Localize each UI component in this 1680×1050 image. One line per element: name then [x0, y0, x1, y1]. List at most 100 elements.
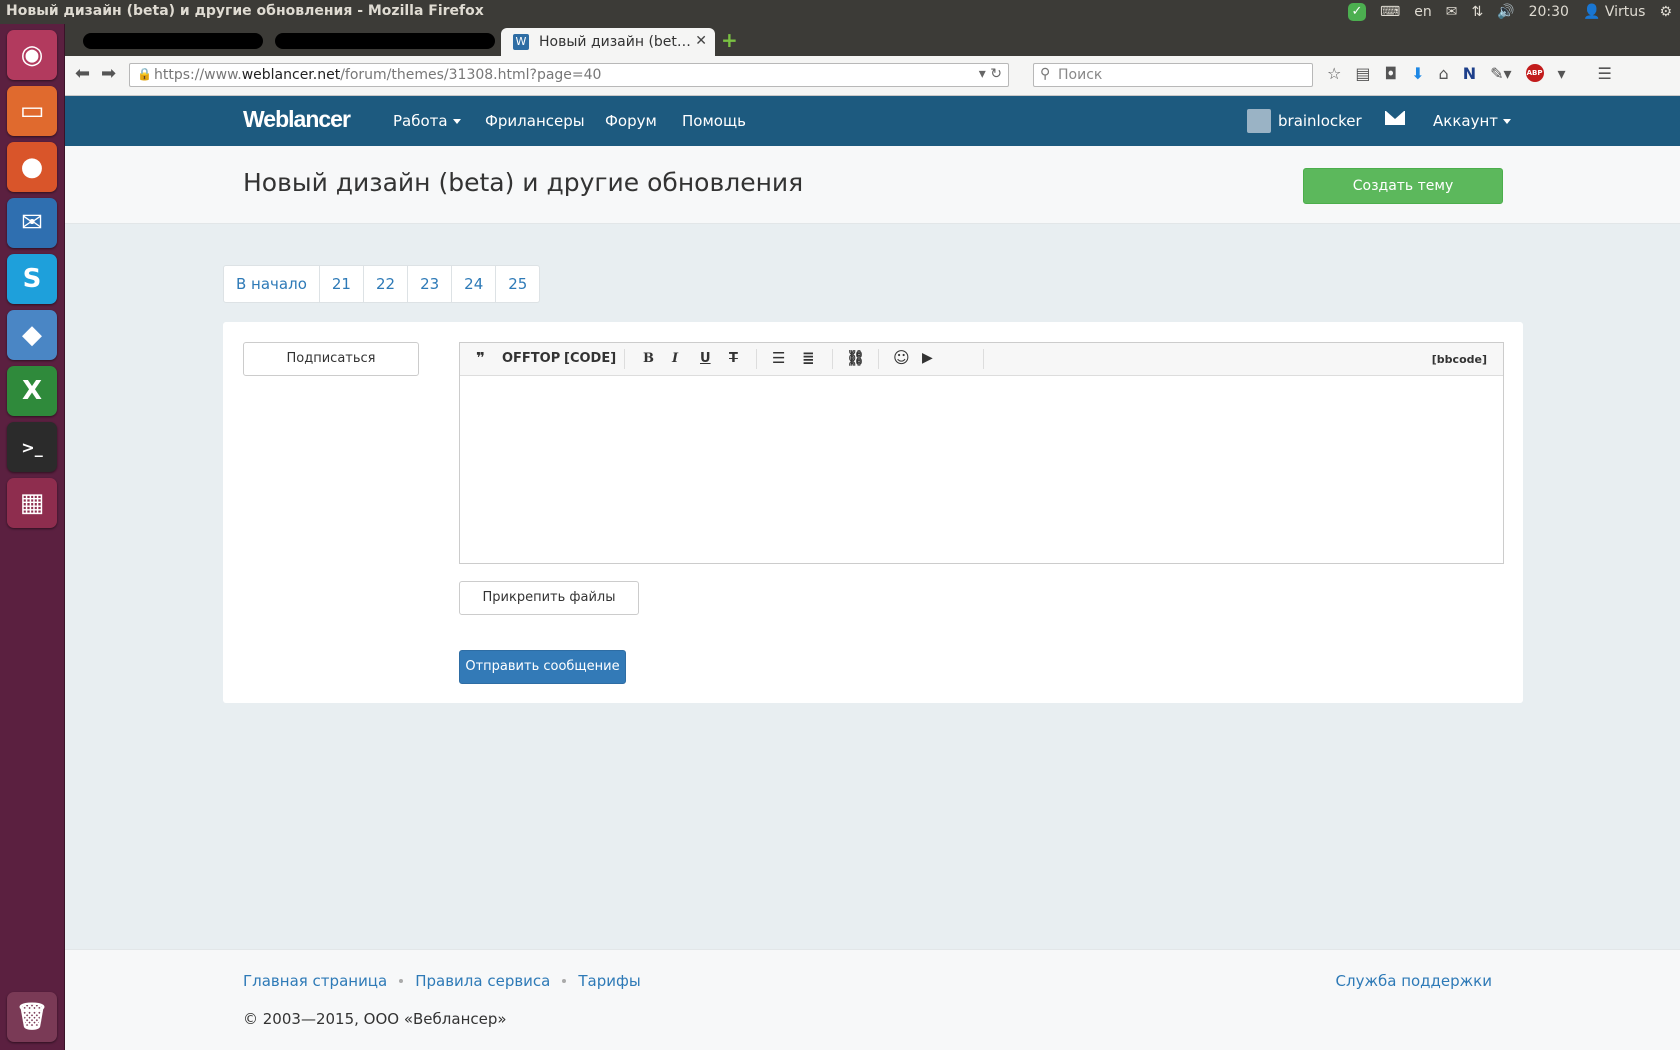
xmind-icon[interactable]: X	[7, 366, 57, 416]
firefox-icon[interactable]: ●	[7, 142, 57, 192]
bbcode-toggle[interactable]: [bbcode]	[1432, 353, 1487, 366]
tab-title: Новый дизайн (bet…	[539, 34, 691, 50]
strikethrough-icon[interactable]: T	[729, 351, 738, 366]
page-link[interactable]: 21	[320, 266, 364, 302]
network-icon[interactable]: ⇅	[1471, 4, 1483, 20]
clock[interactable]: 20:30	[1529, 4, 1569, 20]
redacted-tab[interactable]	[83, 33, 263, 49]
pocket-icon[interactable]: ◘	[1384, 64, 1397, 83]
adblock-icon[interactable]: ABP	[1525, 64, 1544, 82]
browser-nav-bar: ⬅ ➡ 🔒 https://www.weblancer.net/forum/th…	[65, 56, 1680, 96]
system-tray: ✓ ⌨ en ✉ ⇅ 🔊 20:30 👤 Virtus ⚙	[1347, 3, 1672, 21]
trash-icon[interactable]: 🗑	[7, 992, 57, 1042]
attach-files-button[interactable]: Прикрепить файлы	[459, 581, 639, 615]
underline-icon[interactable]: U	[700, 351, 711, 366]
home-icon[interactable]: ⌂	[1439, 64, 1449, 83]
keyboard-layout[interactable]: en	[1414, 4, 1432, 20]
toolbar-divider	[878, 349, 879, 369]
gear-icon[interactable]: ⚙	[1659, 4, 1672, 20]
skype-icon[interactable]: S	[7, 254, 57, 304]
nav-work[interactable]: Работа	[393, 112, 461, 130]
volume-icon[interactable]: 🔊	[1497, 4, 1514, 20]
subscribe-button[interactable]: Подписаться	[243, 342, 419, 376]
bbcode-editor: ❞ OFFTOP [CODE] B I U T ☰ ≣ ⛓ ☺ ▶ [bbcod…	[459, 342, 1504, 564]
smile-icon[interactable]: ☺	[893, 348, 910, 367]
user-menu[interactable]: 👤 Virtus	[1583, 4, 1645, 20]
files-icon[interactable]: ▭	[7, 86, 57, 136]
reply-form-card: Подписаться ❞ OFFTOP [CODE] B I U T ☰ ≣ …	[223, 322, 1523, 703]
avatar[interactable]	[1247, 109, 1271, 133]
nav-freelancers[interactable]: Фрилансеры	[485, 112, 585, 130]
video-icon[interactable]: ▶	[922, 350, 933, 366]
footer-links: Главная страница Правила сервиса Тарифы	[243, 972, 641, 990]
unity-launcher: ◉ ▭ ● ✉ S ◆ X >_ ▦ 🗑	[0, 24, 65, 1050]
message-textarea[interactable]	[460, 377, 1503, 563]
footer-separator	[399, 979, 404, 983]
footer-link-tariffs[interactable]: Тарифы	[578, 972, 640, 990]
update-check-icon[interactable]: ✓	[1347, 3, 1366, 21]
bold-icon[interactable]: B	[643, 351, 654, 366]
bookmark-star-icon[interactable]: ☆	[1327, 64, 1341, 83]
nav-forum[interactable]: Форум	[605, 112, 657, 130]
forward-button[interactable]: ➡	[101, 63, 116, 84]
user-name: Virtus	[1604, 4, 1646, 20]
new-tab-button[interactable]: +	[721, 28, 738, 52]
editor-toolbar: ❞ OFFTOP [CODE] B I U T ☰ ≣ ⛓ ☺ ▶ [bbcod…	[460, 343, 1503, 376]
back-button[interactable]: ⬅	[75, 63, 90, 84]
browser-toolbar-icons: ☆ ▤ ◘ ⬇ ⌂ N ✎▾ ABP ▾ ☰	[1327, 64, 1612, 83]
workspace-switcher-icon[interactable]: ▦	[7, 478, 57, 528]
url-bar[interactable]: 🔒 https://www.weblancer.net/forum/themes…	[129, 63, 1009, 87]
redacted-tab[interactable]	[275, 33, 495, 49]
create-topic-button[interactable]: Создать тему	[1303, 168, 1503, 204]
site-logo[interactable]: Weblancer	[243, 106, 351, 133]
extension-icon[interactable]: ✎▾	[1490, 64, 1511, 83]
toolbar-divider	[983, 349, 984, 369]
footer-link-support[interactable]: Служба поддержки	[1336, 972, 1492, 990]
footer-separator	[562, 979, 567, 983]
caret-down-icon	[452, 119, 461, 124]
system-top-panel: Новый дизайн (beta) и другие обновления …	[0, 0, 1680, 24]
menu-icon[interactable]: ▾	[1558, 64, 1566, 83]
search-placeholder: Поиск	[1058, 67, 1103, 83]
download-icon[interactable]: ⬇	[1411, 64, 1424, 83]
ubuntu-dash-icon[interactable]: ◉	[7, 30, 57, 80]
site-footer: Главная страница Правила сервиса Тарифы …	[65, 949, 1680, 1050]
toolbar-divider	[624, 349, 625, 369]
page-link[interactable]: 23	[408, 266, 453, 302]
page-first[interactable]: В начало	[224, 266, 320, 302]
search-icon: ⚲	[1040, 66, 1051, 82]
tab-active[interactable]: W Новый дизайн (bet… ✕	[501, 28, 715, 56]
mail-tray-icon[interactable]: ✉	[1446, 4, 1458, 20]
nav-help[interactable]: Помощь	[682, 112, 746, 130]
bullet-list-icon[interactable]: ☰	[772, 349, 785, 367]
reading-list-icon[interactable]: ▤	[1355, 64, 1370, 83]
link-icon[interactable]: ⛓	[846, 349, 865, 367]
keyboard-icon[interactable]: ⌨	[1380, 4, 1400, 20]
close-icon[interactable]: ✕	[695, 33, 707, 49]
thunderbird-icon[interactable]: ✉	[7, 198, 57, 248]
reload-icon[interactable]: ▾ ↻	[979, 66, 1002, 82]
footer-link-rules[interactable]: Правила сервиса	[415, 972, 550, 990]
username-link[interactable]: brainlocker	[1278, 112, 1362, 130]
offtop-button[interactable]: OFFTOP	[502, 351, 560, 366]
send-message-button[interactable]: Отправить сообщение	[459, 650, 626, 684]
copyright: © 2003—2015, ООО «Веблансер»	[243, 1010, 507, 1028]
browser-tab-bar: W Новый дизайн (bet… ✕ +	[65, 24, 1680, 56]
footer-link-home[interactable]: Главная страница	[243, 972, 387, 990]
page-link[interactable]: 24	[452, 266, 497, 302]
quote-icon[interactable]: ❞	[476, 349, 485, 367]
italic-icon[interactable]: I	[672, 351, 678, 366]
caret-down-icon	[1503, 119, 1511, 124]
virtualbox-icon[interactable]: ◆	[7, 310, 57, 360]
messages-icon[interactable]	[1385, 111, 1405, 125]
hamburger-menu-icon[interactable]: ☰	[1598, 64, 1612, 83]
numbered-list-icon[interactable]: ≣	[802, 349, 815, 367]
page-link[interactable]: 22	[364, 266, 409, 302]
window-title: Новый дизайн (beta) и другие обновления …	[6, 3, 484, 19]
search-input[interactable]: ⚲ Поиск	[1033, 63, 1313, 87]
extension-n-icon[interactable]: N	[1463, 64, 1476, 83]
terminal-icon[interactable]: >_	[7, 422, 57, 472]
code-button[interactable]: [CODE]	[564, 351, 616, 366]
account-menu[interactable]: Аккаунт	[1433, 112, 1511, 130]
page-link[interactable]: 25	[496, 266, 539, 302]
